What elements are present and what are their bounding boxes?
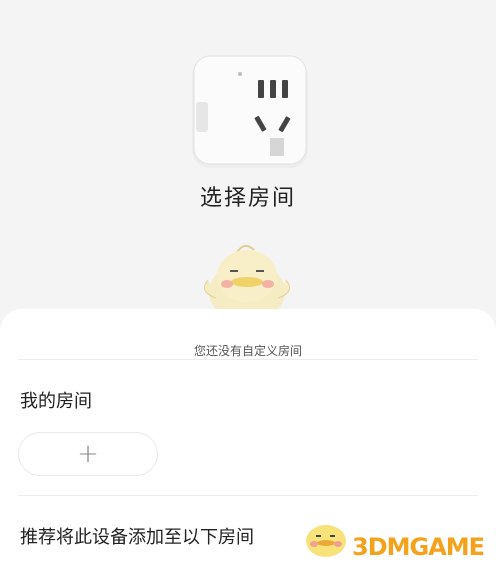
- recommend-rooms-title: 推荐将此设备添加至以下房间: [20, 527, 254, 548]
- watermark-text: 3DMGAME: [352, 533, 485, 561]
- add-room-button[interactable]: +: [18, 432, 158, 476]
- smart-plug-image: [192, 55, 308, 168]
- page-title: 选择房间: [199, 186, 296, 211]
- plus-icon: +: [77, 439, 99, 469]
- empty-rooms-hint: 您还没有自定义房间: [193, 344, 302, 358]
- room-selection-sheet: 您还没有自定义房间 我的房间 + 推荐将此设备添加至以下房间 3DMGAME: [0, 309, 496, 567]
- divider: [18, 359, 478, 360]
- my-rooms-title: 我的房间: [20, 391, 92, 412]
- watermark-mascot-icon: [306, 525, 346, 557]
- divider: [18, 495, 478, 496]
